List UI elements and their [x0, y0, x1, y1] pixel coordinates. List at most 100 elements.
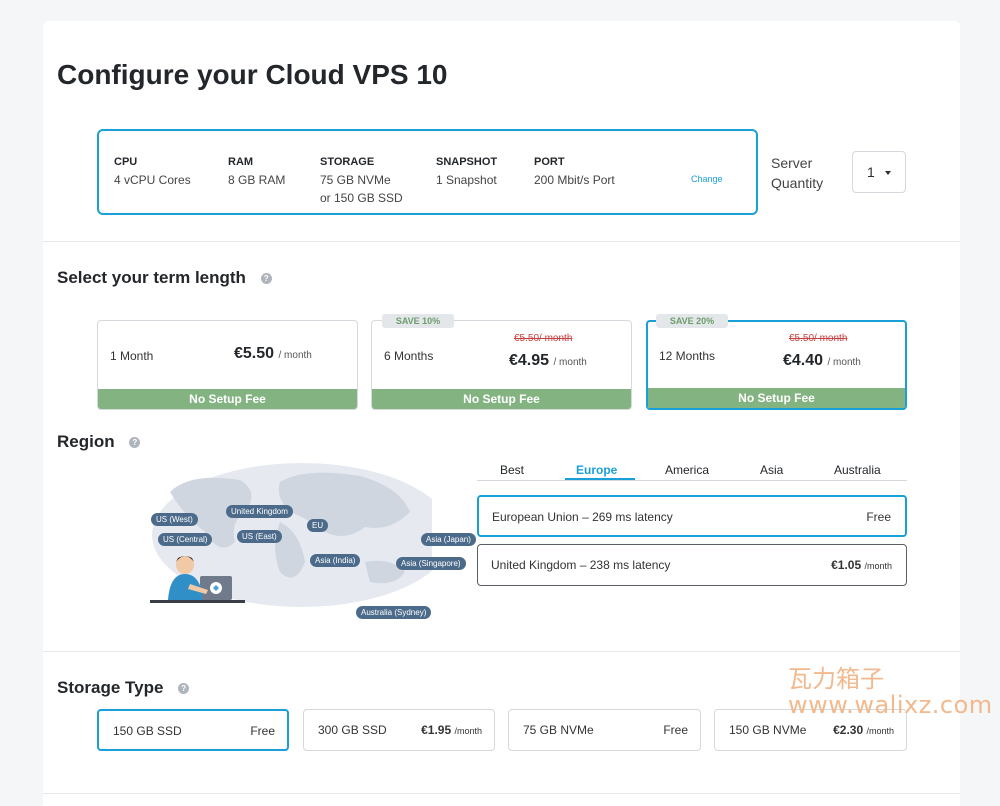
region-price-per: /month [864, 561, 892, 571]
spec-label: SNAPSHOT [436, 156, 498, 168]
setup-fee-bar: No Setup Fee [372, 389, 631, 409]
spec-value: 75 GB NVMe [320, 173, 391, 187]
region-price: Free [866, 510, 891, 524]
term-heading: Select your term length ? [57, 268, 272, 288]
spec-summary-box: CPU 4 vCPU Cores RAM 8 GB RAM STORAGE 75… [97, 129, 758, 215]
term-option-6-months[interactable]: 6 Months €5.50/ month €4.95 / month No S… [371, 320, 632, 410]
term-price-value: €4.95 [509, 352, 550, 369]
term-price-per: / month [278, 350, 312, 361]
storage-option-300-ssd[interactable]: 300 GB SSD €1.95 /month [303, 709, 495, 751]
storage-price-value: €2.30 [833, 723, 864, 737]
region-name: United Kingdom – 238 ms latency [491, 558, 671, 572]
map-tag-australia-sydney: Australia (Sydney) [356, 606, 432, 619]
quantity-value: 1 [867, 164, 875, 180]
spec-label: CPU [114, 156, 138, 168]
term-name: 12 Months [659, 349, 716, 363]
caret-down-icon [885, 171, 891, 175]
map-tag-asia-japan: Asia (Japan) [421, 533, 476, 546]
page-title: Configure your Cloud VPS 10 [57, 59, 448, 90]
spec-value: 1 Snapshot [436, 173, 497, 187]
divider [43, 241, 960, 242]
server-quantity-label: Server Quantity [771, 155, 824, 191]
save-badge: SAVE 20% [656, 314, 728, 328]
term-name: 6 Months [384, 349, 434, 363]
storage-name: 75 GB NVMe [523, 723, 594, 737]
region-heading: Region ? [57, 432, 141, 452]
save-badge: SAVE 10% [382, 314, 454, 328]
change-link[interactable]: Change [691, 174, 723, 184]
region-heading-text: Region [57, 432, 115, 451]
storage-heading: Storage Type ? [57, 678, 190, 698]
map-tag-united-kingdom: United Kingdom [226, 505, 293, 518]
map-tag-us-west: US (West) [151, 513, 198, 526]
world-map-illustration: US (West) United Kingdom US (Central) US… [130, 462, 476, 619]
server-quantity-select[interactable]: 1 [852, 151, 906, 193]
term-heading-text: Select your term length [57, 268, 246, 287]
storage-price-per: /month [454, 726, 482, 736]
region-tabs: Best Europe America Asia Australia [477, 461, 907, 481]
tab-best[interactable]: Best [500, 463, 524, 477]
term-price: €4.40 / month [783, 352, 861, 370]
storage-heading-text: Storage Type [57, 678, 164, 697]
watermark-chinese: 瓦力箱子 [788, 665, 884, 693]
term-option-12-months[interactable]: 12 Months €5.50/ month €4.40 / month No … [646, 320, 907, 410]
term-old-price: €5.50/ month [514, 333, 573, 344]
spec-ram: RAM 8 GB RAM [228, 153, 285, 189]
active-tab-indicator [565, 478, 635, 480]
help-icon[interactable]: ? [129, 437, 141, 448]
divider [43, 793, 960, 794]
region-price: €1.05 /month [831, 558, 892, 572]
storage-price: Free [250, 724, 275, 738]
term-option-1-month[interactable]: 1 Month €5.50 / month No Setup Fee [97, 320, 358, 410]
configure-card: Configure your Cloud VPS 10 CPU 4 vCPU C… [43, 21, 992, 806]
storage-price: Free [663, 723, 688, 737]
watermark-url: www.walixz.com [788, 691, 993, 719]
storage-price: €2.30 /month [833, 723, 894, 737]
storage-name: 150 GB NVMe [729, 723, 807, 737]
term-name: 1 Month [110, 349, 154, 363]
spec-label: PORT [534, 156, 565, 168]
term-old-price: €5.50/ month [789, 333, 848, 344]
map-tag-asia-india: Asia (India) [310, 554, 361, 567]
term-price-value: €5.50 [234, 345, 275, 362]
term-price: €4.95 / month [509, 352, 587, 370]
spec-cpu: CPU 4 vCPU Cores [114, 153, 191, 189]
divider [43, 651, 960, 652]
storage-name: 150 GB SSD [113, 724, 182, 738]
setup-fee-bar: No Setup Fee [98, 389, 357, 409]
storage-option-150-ssd[interactable]: 150 GB SSD Free [97, 709, 289, 751]
term-price: €5.50 / month [234, 345, 312, 363]
term-price-per: / month [553, 357, 587, 368]
storage-name: 300 GB SSD [318, 723, 387, 737]
storage-price-per: /month [866, 726, 894, 736]
spec-label: RAM [228, 156, 254, 168]
spec-value: 4 vCPU Cores [114, 173, 191, 187]
help-icon[interactable]: ? [260, 273, 272, 284]
region-option-uk[interactable]: United Kingdom – 238 ms latency €1.05 /m… [477, 544, 907, 586]
storage-price: €1.95 /month [421, 723, 482, 737]
term-price-value: €4.40 [783, 352, 824, 369]
region-name: European Union – 269 ms latency [492, 510, 673, 524]
spec-storage: STORAGE 75 GB NVMe or 150 GB SSD [320, 153, 403, 207]
spec-snapshot: SNAPSHOT 1 Snapshot [436, 153, 497, 189]
storage-option-75-nvme[interactable]: 75 GB NVMe Free [508, 709, 701, 751]
map-tag-eu: EU [307, 519, 329, 532]
region-option-eu[interactable]: European Union – 269 ms latency Free [477, 495, 907, 537]
spec-port: PORT 200 Mbit/s Port [534, 153, 615, 189]
storage-price-value: €1.95 [421, 723, 452, 737]
tab-australia[interactable]: Australia [834, 463, 881, 477]
tab-asia[interactable]: Asia [760, 463, 783, 477]
term-price-per: / month [827, 357, 861, 368]
spec-value: 200 Mbit/s Port [534, 173, 615, 187]
map-tag-us-central: US (Central) [158, 533, 213, 546]
map-tag-asia-singapore: Asia (Singapore) [396, 557, 466, 570]
spec-value-alt: or 150 GB SSD [320, 191, 403, 205]
spec-value: 8 GB RAM [228, 173, 286, 187]
help-icon[interactable]: ? [178, 683, 190, 694]
setup-fee-bar: No Setup Fee [648, 388, 905, 408]
map-tag-us-east: US (East) [237, 530, 282, 543]
spec-label: STORAGE [320, 156, 375, 168]
tab-europe[interactable]: Europe [576, 463, 617, 477]
tab-america[interactable]: America [665, 463, 709, 477]
region-price-value: €1.05 [831, 558, 862, 572]
